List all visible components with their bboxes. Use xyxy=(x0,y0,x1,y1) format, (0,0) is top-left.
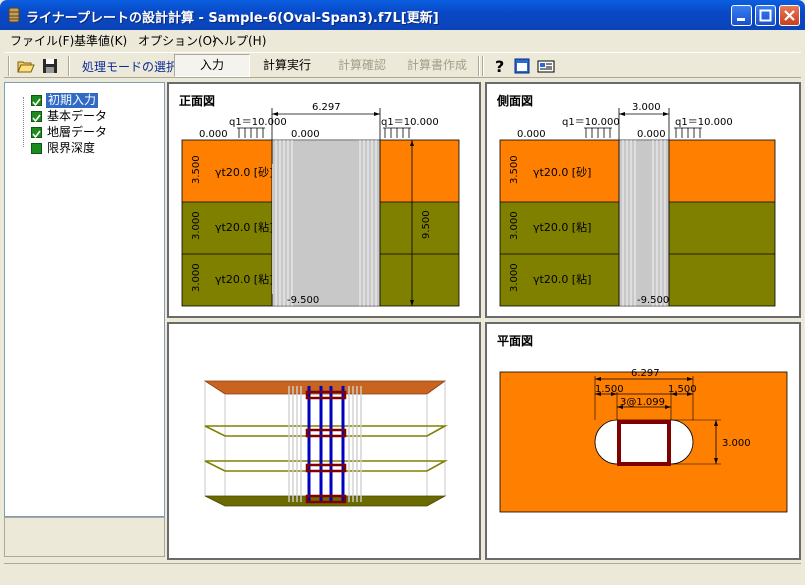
toolbar-separator xyxy=(478,56,480,76)
side-layer-2-thickness: 3.000 xyxy=(509,211,520,240)
side-shaft xyxy=(618,139,670,307)
check-icon xyxy=(31,111,42,123)
side-layer-1-thickness: 3.500 xyxy=(509,155,520,184)
front-view-drawing: 6.297 q1＝10.000 q1＝10.000 0.000 0.000 9.… xyxy=(181,102,460,307)
side-q-right: q1＝10.000 xyxy=(675,117,733,128)
side-level-center: 0.000 xyxy=(637,129,666,140)
side-level-left: 0.000 xyxy=(517,129,546,140)
window-title: ライナープレートの設計計算 - Sample-6(Oval-Span3).f7L… xyxy=(26,11,439,26)
front-width-label: 6.297 xyxy=(312,102,341,113)
close-button[interactable] xyxy=(779,5,800,26)
front-q-right: q1＝10.000 xyxy=(381,117,439,128)
menu-file[interactable]: ファイル(F) xyxy=(10,32,74,49)
toolbar: 処理モードの選択 入力 計算実行 計算確認 計算書作成 ? xyxy=(4,52,801,78)
plan-right-arc: 1.500 xyxy=(668,384,697,395)
side-bottom-level: -9.500 xyxy=(637,295,669,306)
svg-text:?: ? xyxy=(495,57,504,76)
side-layer-3-label: γt20.0 [粘] xyxy=(533,272,591,286)
sidebar-footer xyxy=(4,517,165,557)
tree-connector xyxy=(23,97,24,147)
front-surcharge-right xyxy=(383,127,411,138)
toolbar-separator xyxy=(482,56,484,76)
plan-total-width: 6.297 xyxy=(631,368,660,379)
title-bar: ライナープレートの設計計算 - Sample-6(Oval-Span3).f7L… xyxy=(0,0,805,30)
status-bar xyxy=(4,563,801,581)
minimize-icon xyxy=(737,18,745,21)
side-surcharge-left xyxy=(584,127,612,138)
menu-bar: ファイル(F) 基準値(K) オプション(O) ヘルプ(H) xyxy=(4,30,801,50)
front-layer-2-thickness: 3.000 xyxy=(191,211,202,240)
close-icon xyxy=(784,10,795,21)
front-depth-label: 9.500 xyxy=(421,210,432,239)
front-level-left: 0.000 xyxy=(199,129,228,140)
side-width-label: 3.000 xyxy=(632,102,661,113)
toolbar-separator xyxy=(68,56,70,76)
menu-help[interactable]: ヘルプ(H) xyxy=(212,32,266,49)
3d-view-drawing xyxy=(203,380,449,507)
tree-item-label: 限界深度 xyxy=(47,141,96,155)
front-layer-2-label: γt20.0 [粘] xyxy=(215,220,273,234)
plan-strut-frame xyxy=(617,420,671,466)
3d-view-panel[interactable] xyxy=(167,322,481,560)
save-icon[interactable] xyxy=(40,56,60,76)
tree-item-label: 初期入力 xyxy=(46,93,99,108)
input-tree: 初期入力 基本データ 地層データ 限界深度 xyxy=(4,82,165,517)
tree-item-label: 基本データ xyxy=(47,109,108,123)
menu-standard[interactable]: 基準値(K) xyxy=(74,32,127,49)
side-layer-1-label: γt20.0 [砂] xyxy=(533,166,591,179)
front-bottom-level: -9.500 xyxy=(287,295,319,306)
side-layer-3-thickness: 3.000 xyxy=(509,263,520,292)
unchecked-box-icon xyxy=(31,143,42,154)
run-calculation-button[interactable]: 計算実行 xyxy=(250,54,324,77)
toolbar-separator xyxy=(8,56,10,76)
front-layer-3-label: γt20.0 [粘] xyxy=(215,272,273,286)
side-view-panel: 側面図 3.000 q1＝10.000 q1＝10.000 0.000 0.00 xyxy=(485,82,801,318)
front-layer-1-thickness: 3.500 xyxy=(191,155,202,184)
front-view-panel: 正面図 6.297 q1＝10.000 q1＝10.000 0.000 0.00… xyxy=(167,82,481,318)
side-q-left: q1＝10.000 xyxy=(562,117,620,128)
check-icon xyxy=(31,127,42,139)
maximize-icon xyxy=(759,9,772,22)
app-icon xyxy=(8,7,20,23)
help-icon[interactable]: ? xyxy=(490,56,510,76)
plan-left-arc: 1.500 xyxy=(595,384,624,395)
front-surcharge-left xyxy=(237,127,265,138)
input-mode-button[interactable]: 入力 xyxy=(174,54,250,77)
plan-view-panel: 平面図 6.297 1.500 1.500 3@1.099 3.000 xyxy=(485,322,801,560)
open-folder-icon[interactable] xyxy=(16,56,36,76)
mode-label: 処理モードの選択 xyxy=(82,60,179,74)
minimize-button[interactable] xyxy=(731,5,752,26)
id-card-icon[interactable] xyxy=(536,56,556,76)
front-layer-1-label: γt20.0 [砂] xyxy=(215,166,273,179)
plan-view-drawing: 6.297 1.500 1.500 3@1.099 3.000 xyxy=(499,368,788,513)
side-surcharge-right xyxy=(674,127,702,138)
front-q-left: q1＝10.000 xyxy=(229,117,287,128)
window-icon[interactable] xyxy=(512,56,532,76)
maximize-button[interactable] xyxy=(755,5,776,26)
front-layer-3-thickness: 3.000 xyxy=(191,263,202,292)
plan-height: 3.000 xyxy=(722,438,751,449)
tree-item-label: 地層データ xyxy=(47,125,108,139)
check-icon xyxy=(31,95,42,107)
front-level-center: 0.000 xyxy=(291,129,320,140)
plan-spans: 3@1.099 xyxy=(620,397,665,408)
menu-options[interactable]: オプション(O) xyxy=(138,32,217,49)
check-calculation-button[interactable]: 計算確認 xyxy=(326,54,398,77)
side-view-drawing: 3.000 q1＝10.000 q1＝10.000 0.000 0.000 -9… xyxy=(499,102,776,307)
side-layer-2-label: γt20.0 [粘] xyxy=(533,220,591,234)
create-report-button[interactable]: 計算書作成 xyxy=(400,54,474,77)
